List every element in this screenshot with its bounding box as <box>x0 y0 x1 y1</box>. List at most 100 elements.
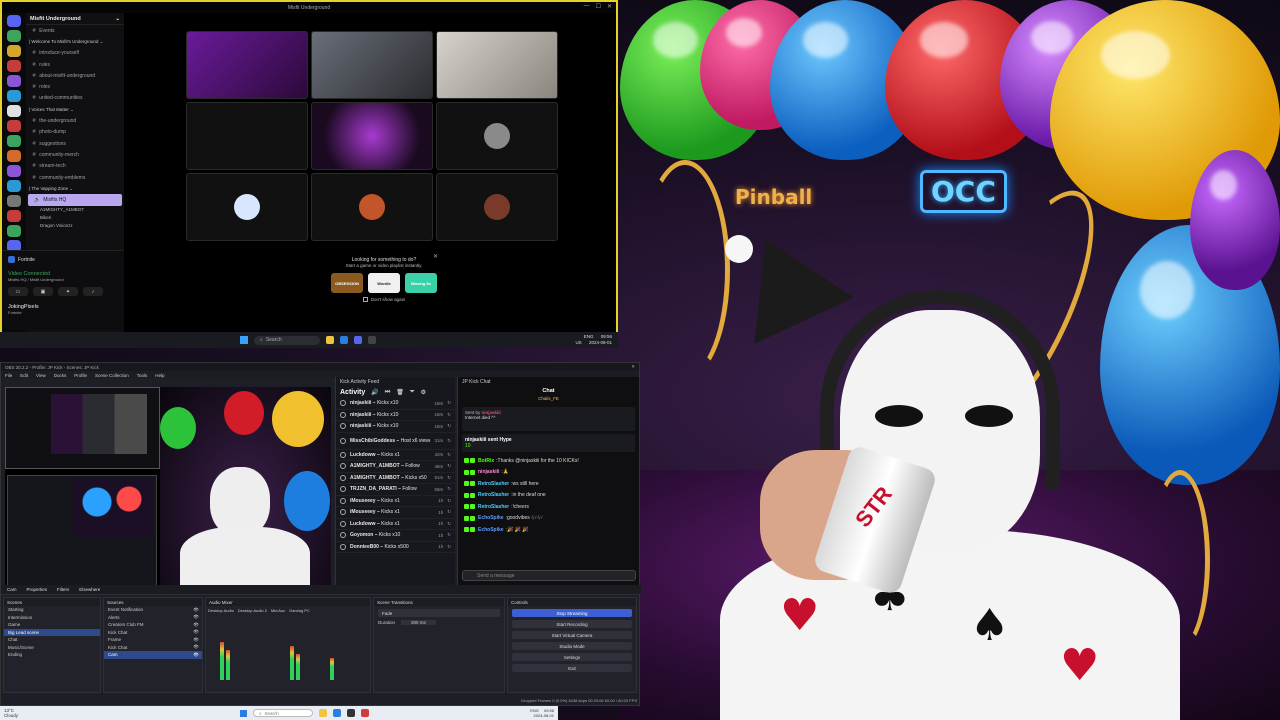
feed-item[interactable]: iMouseeey – Kicks x1 1h ↻ <box>336 507 455 519</box>
source-item[interactable]: Event Notification 👁 <box>104 606 202 614</box>
source-item[interactable]: Alerts 👁 <box>104 614 202 622</box>
channel-category[interactable]: | The Vapping Zone ⌄ <box>26 183 124 194</box>
channel-item[interactable]: # united-communities <box>26 93 124 104</box>
feed-item[interactable]: A1MIGHTY_A1MBOT – Kicks x50 51m ↻ <box>336 473 455 484</box>
feed-item[interactable]: TRJZN_DA_PARATI – Follow 58m ↻ <box>336 484 455 496</box>
trash-icon[interactable]: 🗑 <box>396 389 404 396</box>
channel-item[interactable]: # stream-tech <box>26 161 124 172</box>
replay-icon[interactable]: ↻ <box>447 521 451 527</box>
replay-icon[interactable]: ↻ <box>447 532 451 538</box>
control-button[interactable]: Start Virtual Camera <box>512 631 632 639</box>
channel-item[interactable]: # suggestions <box>26 138 124 149</box>
activity-game-button[interactable]: Blazing 8s <box>405 273 437 293</box>
server-icon[interactable] <box>7 210 21 222</box>
scene-item[interactable]: Ending <box>4 651 100 659</box>
menu-item[interactable]: Profile <box>74 373 87 378</box>
feed-item[interactable]: MissChibiGoddess – Host x6 viewers 31m↻ <box>336 433 455 450</box>
feed-item[interactable]: ninjaskiii – Kicks x10 18m ↻ <box>336 421 455 433</box>
channel-item[interactable]: # community-merch <box>26 149 124 160</box>
channel-item[interactable]: # about-misfit-underground <box>26 70 124 81</box>
replay-icon[interactable]: ↻ <box>447 452 451 458</box>
server-icon[interactable] <box>7 195 21 207</box>
soundboard-icon[interactable]: ♪ <box>83 287 103 296</box>
chat-username[interactable]: BotRix <box>478 458 494 464</box>
eye-icon[interactable]: 👁 <box>193 614 199 620</box>
menu-item[interactable]: Edit <box>20 373 28 378</box>
close-icon[interactable]: ✕ <box>607 3 612 10</box>
source-item[interactable]: Kick Chat 👁 <box>104 629 202 637</box>
menu-item[interactable]: View <box>36 373 46 378</box>
activity-icon[interactable]: ✦ <box>58 287 78 296</box>
obs-icon[interactable] <box>347 709 356 717</box>
chat-username[interactable]: ninjaskiii <box>478 469 499 475</box>
eye-icon[interactable]: 👁 <box>193 644 199 650</box>
replay-icon[interactable]: ↻ <box>447 486 451 492</box>
server-icon[interactable] <box>7 135 21 147</box>
eye-icon[interactable]: 👁 <box>193 622 199 628</box>
feed-item[interactable]: ninjaskiii – Kicks x10 18m ↻ <box>336 410 455 421</box>
checkbox-icon[interactable] <box>362 297 368 302</box>
video-tile[interactable] <box>311 173 433 241</box>
source-item[interactable]: Kick Chat 👁 <box>104 644 202 652</box>
chat-username[interactable]: RetroSlasher <box>478 481 509 487</box>
video-tile[interactable] <box>436 31 558 99</box>
video-tile[interactable] <box>186 102 308 170</box>
minimize-icon[interactable]: — <box>584 3 590 10</box>
channel-category[interactable]: | Welcome To Misfit's Underground ⌄ <box>26 36 124 47</box>
eye-icon[interactable]: 👁 <box>193 607 199 613</box>
menu-item[interactable]: Help <box>155 373 164 378</box>
channel-item[interactable]: # rules <box>26 59 124 70</box>
video-tile[interactable] <box>186 31 308 99</box>
discord-icon[interactable] <box>354 336 362 344</box>
skip-icon[interactable]: ⏭ <box>385 389 390 396</box>
taskbar-search[interactable]: ⌕ Search <box>253 709 314 717</box>
menu-item[interactable]: Tools <box>137 373 148 378</box>
transition-select[interactable]: Fade <box>378 609 500 617</box>
scene-item[interactable]: Chat <box>4 636 100 644</box>
channel-item[interactable]: # introduce-yourself <box>26 48 124 59</box>
eye-icon[interactable]: 👁 <box>193 637 199 643</box>
source-item[interactable]: Cam 👁 <box>104 651 202 659</box>
feed-item[interactable]: ninjaskiii – Kicks x10 18m ↻ <box>336 398 455 410</box>
camera-icon[interactable]: ▭ <box>8 287 28 296</box>
server-icon[interactable] <box>7 60 21 72</box>
replay-icon[interactable]: ↻ <box>447 498 451 504</box>
replay-icon[interactable]: ↻ <box>447 475 451 481</box>
scene-item[interactable]: Music/Scene <box>4 644 100 652</box>
activity-game-button[interactable]: Wordle <box>368 273 400 293</box>
scene-item[interactable]: Game <box>4 621 100 629</box>
gear-icon[interactable]: ⚙ <box>421 389 426 396</box>
channel-item[interactable]: # photo-dump <box>26 127 124 138</box>
server-header[interactable]: Misfit Underground ⌄ <box>26 13 124 25</box>
channel-item[interactable]: # the-underground <box>26 115 124 126</box>
dock-tab[interactable]: Cam <box>7 587 17 592</box>
feed-item[interactable]: DonnieeB00 – Kicks x500 1h ↻ <box>336 542 455 553</box>
voice-channel-active[interactable]: 🔊 Misfits HQ <box>28 194 122 206</box>
control-button[interactable]: Settings <box>512 653 632 661</box>
server-icon[interactable] <box>7 105 21 117</box>
voice-user[interactable]: A1MIGHTY_A1MBOT <box>26 206 124 214</box>
file-explorer-icon[interactable] <box>319 709 328 717</box>
windows-start-icon[interactable] <box>240 336 248 344</box>
screen-share-icon[interactable]: ▣ <box>33 287 53 296</box>
replay-icon[interactable]: ↻ <box>447 463 451 469</box>
filter-icon[interactable]: ⏷ <box>410 389 415 396</box>
eye-icon[interactable]: 👁 <box>193 652 199 658</box>
app-icon[interactable] <box>361 709 370 717</box>
control-button[interactable]: Exit <box>512 664 632 672</box>
chat-username[interactable]: RetroSlasher <box>478 492 509 498</box>
server-icon[interactable] <box>7 90 21 102</box>
feed-item[interactable]: Luckdoww – Kicks x1 42m ↻ <box>336 450 455 461</box>
close-icon[interactable]: ✕ <box>433 253 438 260</box>
replay-icon[interactable]: ↻ <box>447 400 451 406</box>
feed-item[interactable]: Goyomon – Kicks x10 1h ↻ <box>336 530 455 542</box>
control-button[interactable]: Stop Streaming <box>512 609 632 617</box>
replay-icon[interactable]: ↻ <box>447 438 451 444</box>
feed-item[interactable]: A1MIGHTY_A1MBOT – Follow 48m ↻ <box>336 461 455 473</box>
channel-item[interactable]: # roles <box>26 81 124 92</box>
server-icon[interactable] <box>7 30 21 42</box>
server-icon[interactable] <box>7 165 21 177</box>
browser-icon[interactable] <box>333 709 342 717</box>
server-icon[interactable] <box>7 180 21 192</box>
video-tile[interactable] <box>436 173 558 241</box>
